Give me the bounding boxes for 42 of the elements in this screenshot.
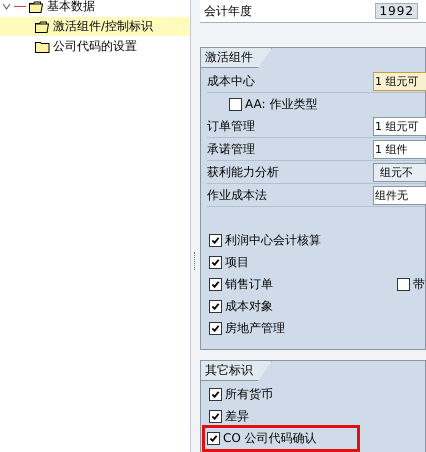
checkbox[interactable] — [209, 278, 222, 290]
checkbox[interactable] — [209, 388, 222, 400]
checkbox[interactable] — [207, 432, 220, 444]
value-field[interactable]: 组元不 — [373, 162, 426, 182]
folder-icon — [29, 0, 44, 12]
field-label: 获利能力分析 — [207, 164, 280, 180]
splitter-handle[interactable] — [194, 252, 197, 270]
checkbox-label: 成本对象 — [225, 298, 273, 314]
group-title: 激活组件 — [201, 48, 272, 68]
tree-item[interactable]: 基本数据 — [0, 0, 190, 16]
field-label: 会计年度 — [204, 2, 252, 20]
value-field[interactable]: 1 组元可 — [373, 116, 426, 136]
checkbox-label: 房地产管理 — [225, 320, 285, 336]
checkbox[interactable] — [209, 410, 222, 422]
field-label: 作业成本法 — [207, 186, 268, 204]
field-label: 订单管理 — [207, 118, 256, 134]
tree-item[interactable]: 激活组件/控制标识 — [0, 17, 190, 36]
checkbox-label: CO 公司代码确认 — [223, 430, 317, 446]
checkbox[interactable] — [209, 300, 222, 312]
field-label: 成本中心 — [207, 72, 256, 90]
folder-icon — [35, 40, 50, 52]
checkbox-label: 项目 — [225, 254, 249, 270]
tree-item[interactable]: 公司代码的设置 — [0, 37, 190, 56]
checkbox-label: 带 — [413, 276, 425, 292]
checkbox-label: 利润中心会计核算 — [225, 232, 321, 248]
group-title: 其它标识 — [201, 361, 272, 381]
field-label: 承诺管理 — [207, 140, 256, 158]
year-field[interactable]: 1992 — [375, 3, 418, 19]
checkbox[interactable] — [229, 98, 242, 110]
value-field[interactable]: 组件无 — [373, 186, 426, 204]
checkbox-label: AA: 作业类型 — [245, 96, 318, 112]
value-field[interactable]: 1 组件 — [373, 140, 426, 158]
checkbox[interactable] — [209, 234, 222, 246]
value-field[interactable]: 1 组元可 — [373, 72, 426, 90]
checkbox-label: 销售订单 — [225, 276, 273, 292]
checkbox-label: 差异 — [225, 408, 249, 424]
folder-icon — [35, 20, 50, 32]
checkbox[interactable] — [397, 278, 410, 290]
checkbox[interactable] — [209, 256, 222, 268]
checkbox[interactable] — [209, 322, 222, 334]
checkbox-label: 所有货币 — [225, 386, 273, 402]
expand-icon[interactable] — [2, 2, 11, 11]
